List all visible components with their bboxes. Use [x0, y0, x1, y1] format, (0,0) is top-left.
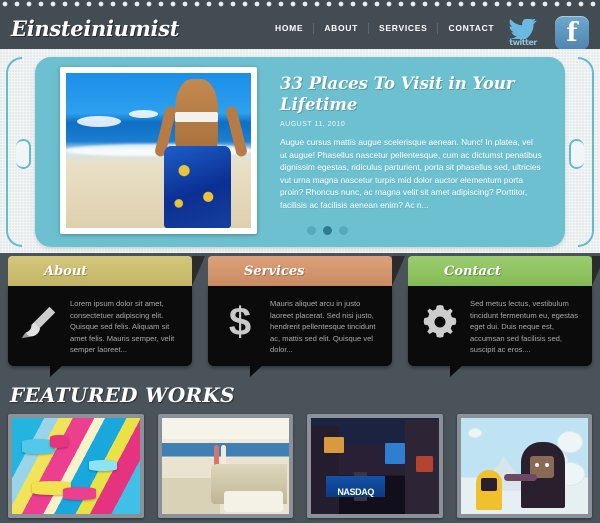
cartoon-characters-image [460, 418, 588, 514]
nasdaq-sign: NASDAQ [326, 475, 385, 497]
slider-text-block: 33 Places To Visit in Your Lifetime AUGU… [280, 73, 542, 211]
slider-photo-frame[interactable] [60, 67, 257, 234]
feature-box-services-header[interactable]: Services [208, 256, 405, 286]
feature-box-services: Services $ Mauris aliquet arcu in justo … [208, 256, 405, 376]
times-square-image: NASDAQ [311, 418, 439, 514]
site-logo[interactable]: Einsteiniumist [11, 16, 179, 41]
nav-item-about[interactable]: ABOUT [314, 23, 370, 34]
colorful-ribbons-thumb[interactable] [8, 414, 144, 518]
feature-box-contact-text: Sed metus lectus, vestibulum tincidunt f… [470, 299, 579, 354]
feature-box-about-header[interactable]: About [8, 256, 205, 286]
featured-works-gallery: NASDAQ [8, 414, 592, 518]
right-bracket-decoration [569, 57, 594, 247]
yacht-deck-image [161, 418, 289, 514]
top-dot-strip [0, 0, 600, 11]
feature-box-contact-body: Sed metus lectus, vestibulum tincidunt f… [408, 286, 592, 376]
dollar-icon: $ [218, 296, 262, 348]
times-square-thumb[interactable]: NASDAQ [307, 414, 443, 518]
feature-box-contact: Contact Sed metus lectus, vestibulum tin… [408, 256, 600, 376]
slider-pagination [307, 226, 348, 235]
slider-dot-1[interactable] [307, 226, 316, 235]
page-root: Einsteiniumist HOME ABOUT SERVICES CONTA… [0, 0, 600, 523]
slider-headline[interactable]: 33 Places To Visit in Your Lifetime [280, 73, 542, 115]
beach-woman-photo [66, 73, 251, 228]
colorful-ribbons-image [12, 418, 140, 514]
twitter-label: twitter [509, 38, 537, 47]
cartoon-characters-thumb[interactable] [456, 414, 592, 518]
slider-dot-3[interactable] [339, 226, 348, 235]
twitter-bird-icon [508, 19, 537, 39]
paintbrush-icon [18, 296, 62, 348]
feature-box-about-body: Lorem ipsum dolor sit amet, consectetuer… [8, 286, 192, 376]
feature-box-about-text: Lorem ipsum dolor sit amet, consectetuer… [70, 299, 175, 354]
gear-icon [418, 296, 462, 348]
nav-item-services[interactable]: SERVICES [369, 23, 439, 34]
photo-figure [154, 79, 248, 228]
nav-item-contact[interactable]: CONTACT [438, 23, 504, 34]
yacht-deck-thumb[interactable] [157, 414, 293, 518]
feature-box-services-text: Mauris aliquet arcu in justo laoreet pla… [270, 299, 376, 354]
featured-slider: 33 Places To Visit in Your Lifetime AUGU… [35, 57, 565, 247]
slider-date: AUGUST 11, 2010 [280, 121, 346, 128]
slider-dot-2[interactable] [323, 226, 332, 235]
feature-box-services-body: $ Mauris aliquet arcu in justo laoreet p… [208, 286, 392, 376]
feature-box-about: About Lorem ipsum dolor sit amet, consec… [8, 256, 205, 376]
dollar-glyph: $ [228, 300, 252, 344]
slider-excerpt: Augue cursus mattis augue scelerisque ae… [280, 137, 542, 210]
feature-boxes: About Lorem ipsum dolor sit amet, consec… [0, 256, 600, 376]
nav-item-home[interactable]: HOME [265, 23, 315, 34]
site-header: Einsteiniumist HOME ABOUT SERVICES CONTA… [0, 11, 600, 50]
feature-box-contact-header[interactable]: Contact [408, 256, 600, 286]
main-navigation: HOME ABOUT SERVICES CONTACT [265, 23, 504, 34]
featured-works-heading: FEATURED WORKS [10, 383, 235, 407]
cartoon-small-character [475, 470, 502, 511]
left-bracket-decoration [6, 57, 31, 247]
facebook-icon: f [555, 16, 589, 50]
